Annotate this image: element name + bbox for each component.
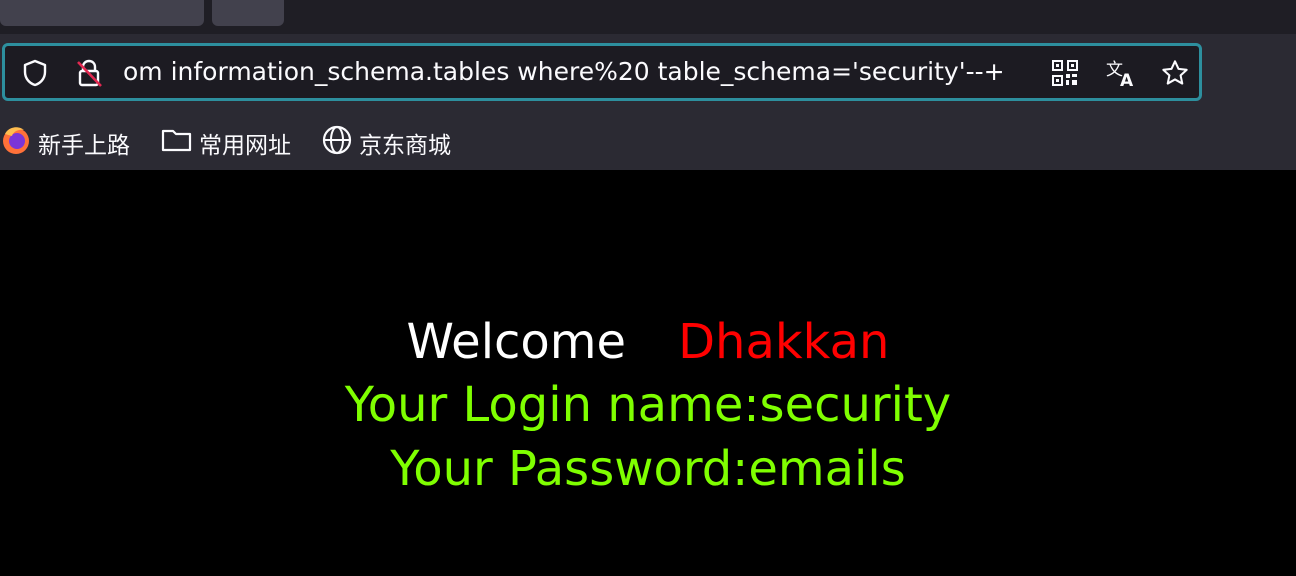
url-bar[interactable]: om information_schema.tables where%20 ta… — [2, 43, 1202, 101]
bookmark-label: 新手上路 — [38, 133, 130, 159]
qr-code-icon[interactable] — [1051, 59, 1079, 87]
bookmark-label: 常用网址 — [199, 133, 291, 159]
folder-icon — [161, 126, 193, 160]
login-name-text: Your Login name:security — [344, 377, 952, 433]
bookmarks-bar: 新手上路 常用网址 京东商城 — [0, 122, 1296, 164]
globe-icon — [321, 124, 353, 162]
bookmark-folder[interactable]: 常用网址 — [161, 122, 291, 164]
bookmark-label: 京东商城 — [359, 133, 451, 159]
svg-text:A: A — [1120, 71, 1134, 88]
browser-tab[interactable] — [0, 0, 204, 26]
tab-strip — [0, 0, 1296, 34]
tracking-protection-shield-icon[interactable] — [21, 59, 49, 87]
bookmark-star-icon[interactable] — [1161, 59, 1189, 87]
welcome-label: Welcome — [406, 314, 627, 370]
url-text[interactable]: om information_schema.tables where%20 ta… — [123, 54, 1045, 90]
username: Dhakkan — [678, 314, 890, 370]
insecure-lock-icon[interactable] — [75, 59, 103, 87]
page-content: Welcome Dhakkan Your Login name:security … — [0, 170, 1296, 576]
welcome-line: Welcome Dhakkan — [0, 312, 1296, 372]
new-tab-button[interactable] — [212, 0, 284, 26]
translate-icon[interactable]: 文 A — [1105, 59, 1139, 88]
firefox-icon — [0, 124, 32, 162]
bookmark-jd[interactable]: 京东商城 — [321, 122, 451, 164]
password-text: Your Password:emails — [390, 441, 906, 497]
bookmark-firefox[interactable]: 新手上路 — [0, 122, 130, 164]
